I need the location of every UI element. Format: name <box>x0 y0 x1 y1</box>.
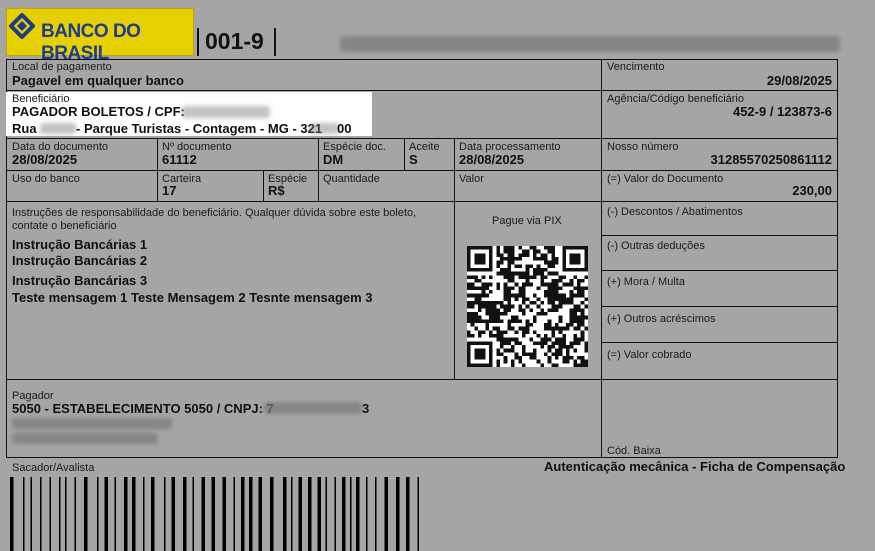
outros-acrescimos-label: (+) Outros acréscimos <box>607 313 716 325</box>
autenticacao-label: Autenticação mecânica - Ficha de Compens… <box>544 459 846 474</box>
row-divider-2 <box>6 138 838 139</box>
numero-documento-value: 61112 <box>162 152 197 167</box>
especie-value: R$ <box>268 183 285 198</box>
pix-label: Pague via PIX <box>492 215 562 227</box>
beneficiario-address: - Parque Turistas - Contagem - MG - 321 <box>76 121 323 136</box>
vencimento-label: Vencimento <box>607 61 665 73</box>
especie-doc-value: DM <box>323 152 344 167</box>
instrucoes-header-2: contate o beneficiário <box>12 220 117 232</box>
instrucao-line-1: Instrução Bancárias 1 <box>12 237 148 252</box>
barcode-line-redacted <box>340 36 840 52</box>
col-divider-d <box>454 138 455 379</box>
mora-multa-label: (+) Mora / Multa <box>607 276 685 288</box>
beneficiario-cpf-redacted <box>182 106 270 118</box>
instrucoes-header-1: Instruções de responsabilidade do benefi… <box>12 207 417 219</box>
beneficiario-cep-suffix: 00 <box>337 121 352 136</box>
beneficiario-line1: PAGADOR BOLETOS / CPF: <box>12 104 185 119</box>
valor-documento-value: 230,00 <box>792 183 832 198</box>
beneficiario-cep-redacted <box>309 123 339 134</box>
instrucao-line-2: Instrução Bancárias 2 <box>12 253 148 268</box>
local-pagamento-label: Local de pagamento <box>12 61 112 73</box>
data-processamento-value: 28/08/2025 <box>459 152 525 167</box>
bank-code: 001-9 <box>205 28 264 54</box>
header-divider-right <box>274 28 276 56</box>
frame-top <box>6 59 838 60</box>
pagador-line1: 5050 - ESTABELECIMENTO 5050 / CNPJ: 7 <box>12 401 274 416</box>
pagador-city-redacted <box>12 433 158 444</box>
pagador-address-redacted <box>12 418 172 429</box>
col-divider-c <box>404 138 405 170</box>
valor-documento-label: (=) Valor do Documento <box>607 173 724 185</box>
row-divider-5 <box>6 379 838 380</box>
frame-bottom <box>6 457 838 458</box>
instrucao-line-4: Teste mensagem 1 Teste Mensagem 2 Tesnte… <box>12 290 373 305</box>
col-divider-a <box>157 138 158 201</box>
nosso-numero-label: Nosso número <box>607 141 679 153</box>
bank-logo-icon <box>9 13 35 39</box>
instrucao-line-3: Instrução Bancárias 3 <box>12 273 148 288</box>
beneficiario-street-prefix: Rua <box>12 121 37 136</box>
beneficiario-street-redacted <box>40 123 76 134</box>
vencimento-value: 29/08/2025 <box>766 73 832 88</box>
sacador-label: Sacador/Avalista <box>12 462 95 474</box>
valor-cobrado-label: (=) Valor cobrado <box>607 349 692 361</box>
row-divider-3 <box>6 170 838 171</box>
right-divider-4 <box>601 342 838 343</box>
pagador-cnpj-redacted <box>264 402 362 414</box>
quantidade-label: Quantidade <box>323 173 380 185</box>
col-divider-e <box>263 170 264 201</box>
bank-logo: BANCO DO BRASIL <box>6 8 194 64</box>
aceite-value: S <box>409 152 418 167</box>
cod-baixa-label: Cód. Baixa <box>607 445 661 457</box>
right-divider-3 <box>601 306 838 307</box>
data-documento-value: 28/08/2025 <box>12 152 78 167</box>
carteira-value: 17 <box>162 183 177 198</box>
row-divider-1 <box>6 90 838 91</box>
header-divider-left <box>197 28 199 56</box>
col-divider-b <box>318 138 319 201</box>
uso-banco-label: Uso do banco <box>12 173 80 185</box>
row-divider-4 <box>6 201 838 202</box>
outras-deducoes-label: (-) Outras deduções <box>607 240 705 252</box>
col-divider-main <box>601 59 602 457</box>
agencia-label: Agência/Código beneficiário <box>607 93 744 105</box>
barcode <box>10 477 419 551</box>
descontos-label: (-) Descontos / Abatimentos <box>607 206 743 218</box>
agencia-value: 452-9 / 123873-6 <box>732 104 832 119</box>
pix-qr-code[interactable] <box>467 246 588 367</box>
right-divider-2 <box>601 270 838 271</box>
valor-label: Valor <box>459 173 484 185</box>
pagador-cnpj-suffix: 3 <box>362 401 370 416</box>
frame-right <box>837 59 838 457</box>
right-divider-1 <box>601 235 838 236</box>
local-pagamento-value: Pagavel em qualquer banco <box>12 73 184 88</box>
nosso-numero-value: 31285570250861112 <box>710 152 832 167</box>
